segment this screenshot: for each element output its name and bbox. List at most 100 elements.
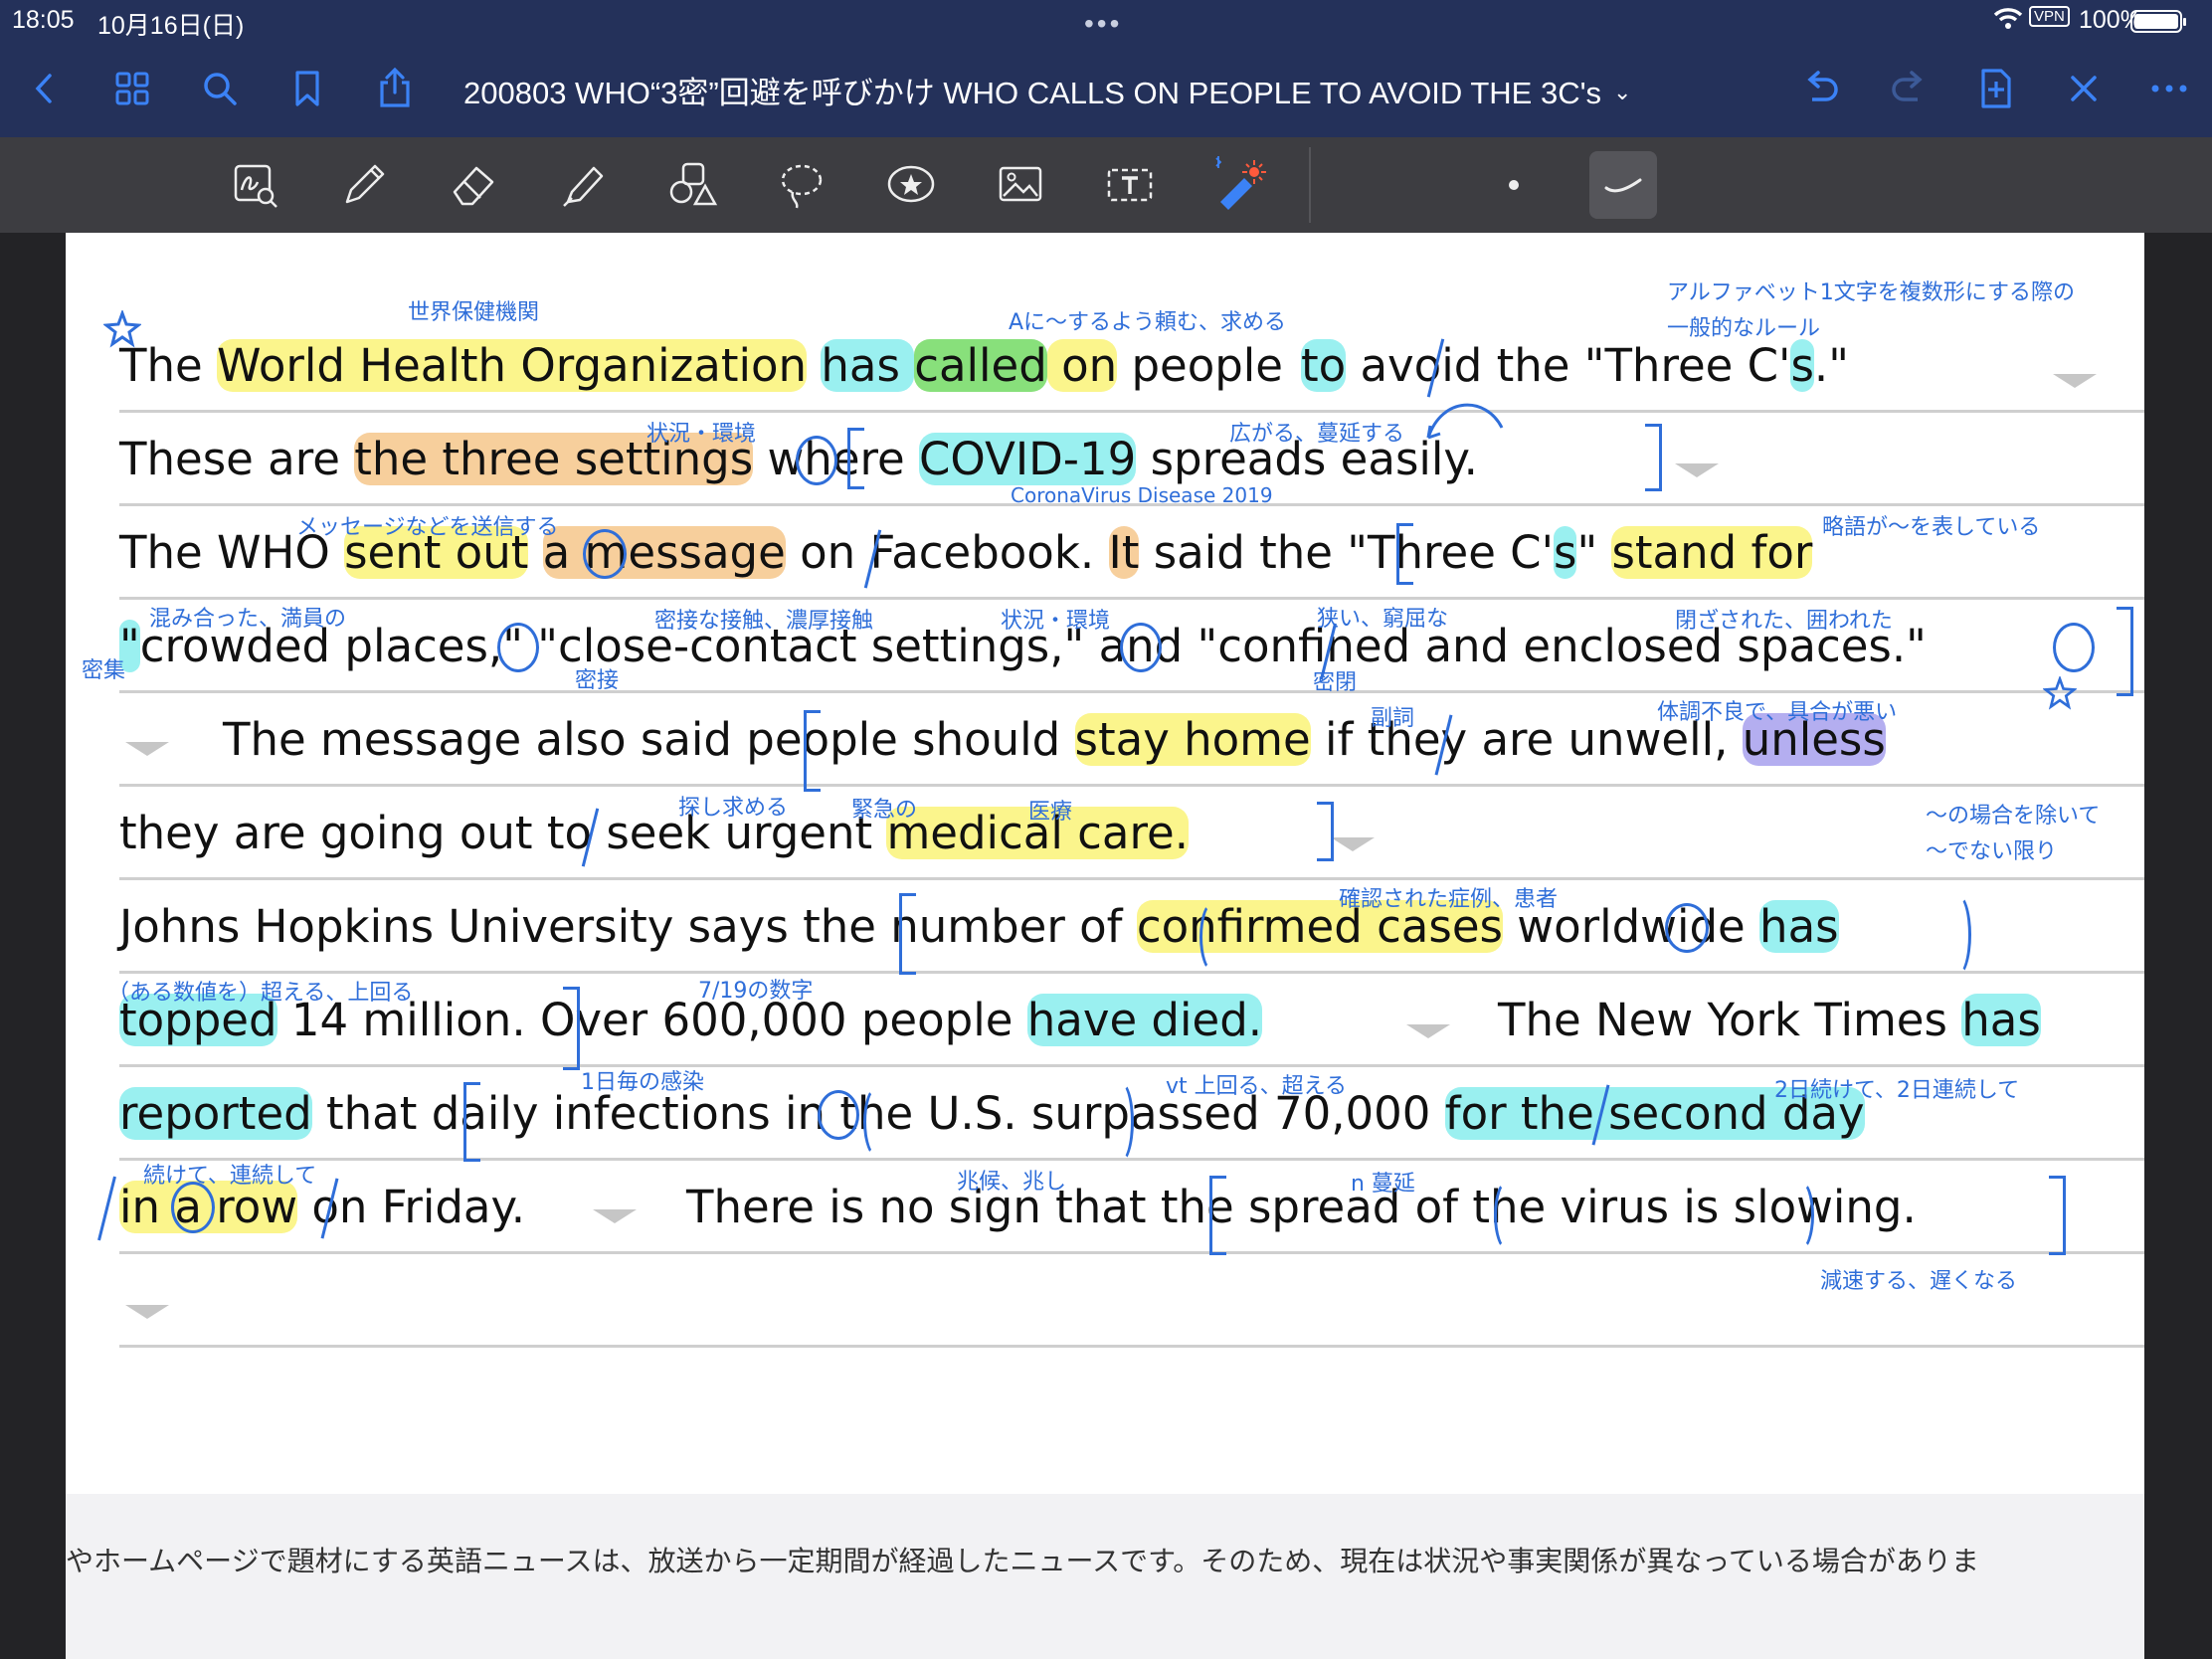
annotation: メッセージなどを送信する: [296, 515, 559, 540]
close-icon[interactable]: [2059, 64, 2109, 113]
annotation: 広がる、蔓延する: [1229, 422, 1405, 447]
annotation: 確認された症例、患者: [1339, 887, 1559, 912]
highlight-it: It: [1108, 526, 1140, 579]
annotation: 略語が～を表している: [1822, 515, 2041, 540]
pen-paren-mark: [1786, 1180, 1814, 1251]
pen-paren-mark: [1494, 1180, 1522, 1251]
eraser-icon[interactable]: [440, 151, 507, 219]
pen-circle-mark: [1120, 623, 1162, 672]
paragraph-collapse-caret[interactable]: [2053, 374, 2097, 388]
text: ": [1576, 526, 1612, 579]
paragraph-collapse-caret[interactable]: [1406, 1024, 1450, 1038]
multitask-dots-icon[interactable]: •••: [1084, 8, 1122, 40]
ruled-line: [119, 877, 2144, 880]
highlight-stand-for: stand for: [1611, 526, 1813, 579]
highlight-has: has: [1961, 994, 2041, 1046]
stroke-style-icon[interactable]: [1589, 151, 1657, 219]
ruled-line: [119, 410, 2144, 413]
paragraph-collapse-caret[interactable]: [125, 742, 169, 756]
battery-icon: [2130, 10, 2186, 33]
annotation: 密集: [82, 658, 126, 683]
highlight-has: has: [1759, 900, 1839, 953]
annotation: 医療: [1028, 800, 1073, 825]
image-icon[interactable]: [987, 151, 1054, 219]
shapes-icon[interactable]: [658, 151, 726, 219]
highlight-stay-home: stay home: [1074, 713, 1311, 766]
sticker-icon[interactable]: [877, 151, 945, 219]
pen-bracket-mark: [1317, 802, 1334, 861]
annotation: 7/19の数字: [698, 979, 814, 1004]
bookmark-icon[interactable]: [282, 64, 332, 113]
pen-circle-mark: [583, 529, 627, 579]
status-date: 10月16日(日): [97, 12, 245, 40]
text-line-5: The message also said people should stay…: [223, 710, 1886, 770]
annotation: vt 上回る、超える: [1166, 1074, 1347, 1099]
star-mark-icon: [2042, 674, 2078, 714]
tool-bar: [0, 137, 2212, 233]
text: The message also said people should: [223, 713, 1075, 766]
highlight-called: called: [914, 339, 1047, 392]
pen-circle-mark: [2053, 623, 2095, 672]
annotation: 1日毎の感染: [581, 1070, 704, 1095]
pen-bracket-mark: [563, 987, 580, 1070]
highlight-on: on: [1046, 339, 1118, 392]
annotation: 混み合った、満員の: [149, 607, 347, 632]
annotation: アルファベット1文字を複数形にする際の: [1667, 280, 2075, 305]
highlighter-icon[interactable]: [549, 151, 617, 219]
paragraph-collapse-caret[interactable]: [125, 1305, 169, 1319]
pen-paren-mark: [1199, 901, 1227, 973]
laser-pointer-icon[interactable]: [1205, 151, 1273, 219]
add-page-icon[interactable]: [1971, 64, 2021, 113]
annotation: 減速する、遅くなる: [1820, 1269, 2018, 1294]
text-line-9: reported that daily infections in the U.…: [119, 1084, 1865, 1144]
paragraph-collapse-caret[interactable]: [593, 1209, 637, 1223]
text: [807, 339, 821, 392]
text: on Facebook.: [785, 526, 1109, 579]
text: There is no sign that the spread of the …: [686, 1181, 1917, 1233]
pen-icon[interactable]: [330, 151, 398, 219]
pen-paren-mark: [1106, 1080, 1134, 1164]
footer-disclaimer: やホームページで題材にする英語ニュースは、放送から一定期間が経過したニュースです…: [66, 1545, 1979, 1577]
vpn-badge: VPN: [2029, 6, 2070, 27]
ruled-line: [119, 597, 2144, 600]
chevron-down-icon: ⌄: [1613, 80, 1632, 104]
text: The New York Times: [1498, 994, 1962, 1046]
status-time: 18:05: [12, 6, 75, 34]
annotation: Aに～するよう頼む、求める: [1009, 310, 1287, 335]
pen-bracket-mark: [2049, 1176, 2066, 1255]
ruled-line: [119, 1251, 2144, 1254]
paragraph-collapse-caret[interactable]: [1331, 837, 1375, 851]
pen-slash-mark: [97, 1176, 116, 1241]
back-icon[interactable]: [20, 64, 70, 113]
highlight-to: to: [1300, 339, 1347, 392]
pen-bracket-mark: [1645, 424, 1662, 491]
notebook-page[interactable]: The World Health Organization has called…: [66, 233, 2144, 1659]
grid-icon[interactable]: [107, 64, 157, 113]
ruled-line: [119, 971, 2144, 974]
paragraph-collapse-caret[interactable]: [1675, 463, 1719, 477]
search-icon[interactable]: [195, 64, 245, 113]
highlight-s: s: [1553, 526, 1577, 579]
lasso-icon[interactable]: [768, 151, 835, 219]
undo-icon[interactable]: [1796, 64, 1846, 113]
pen-paren-mark: [1943, 893, 1971, 977]
pen-bracket-mark: [804, 710, 821, 792]
toolbar-separator: [1309, 147, 1311, 223]
pen-bracket-mark: [1209, 1176, 1226, 1255]
annotation: 状況・環境: [646, 422, 757, 447]
lasso-zoom-icon[interactable]: [221, 151, 288, 219]
more-icon[interactable]: [2144, 64, 2194, 113]
highlight-has: has: [821, 339, 915, 392]
pen-circle-mark: [818, 1090, 859, 1140]
navigation-bar: 200803 WHO“3密”回避を呼びかけ WHO CALLS ON PEOPL…: [0, 42, 2212, 137]
pen-paren-mark: [863, 1086, 891, 1158]
document-title[interactable]: 200803 WHO“3密”回避を呼びかけ WHO CALLS ON PEOPL…: [463, 68, 1631, 112]
share-icon[interactable]: [370, 64, 420, 113]
annotation: 狭い、窮屈な: [1317, 607, 1449, 632]
textbox-icon[interactable]: [1096, 151, 1164, 219]
annotation: 副詞: [1371, 706, 1415, 731]
stroke-size-dot-icon[interactable]: [1480, 151, 1548, 219]
highlight-message: a message: [542, 526, 786, 579]
highlight-have-died: have died.: [1026, 994, 1263, 1046]
redo-icon[interactable]: [1884, 64, 1934, 113]
